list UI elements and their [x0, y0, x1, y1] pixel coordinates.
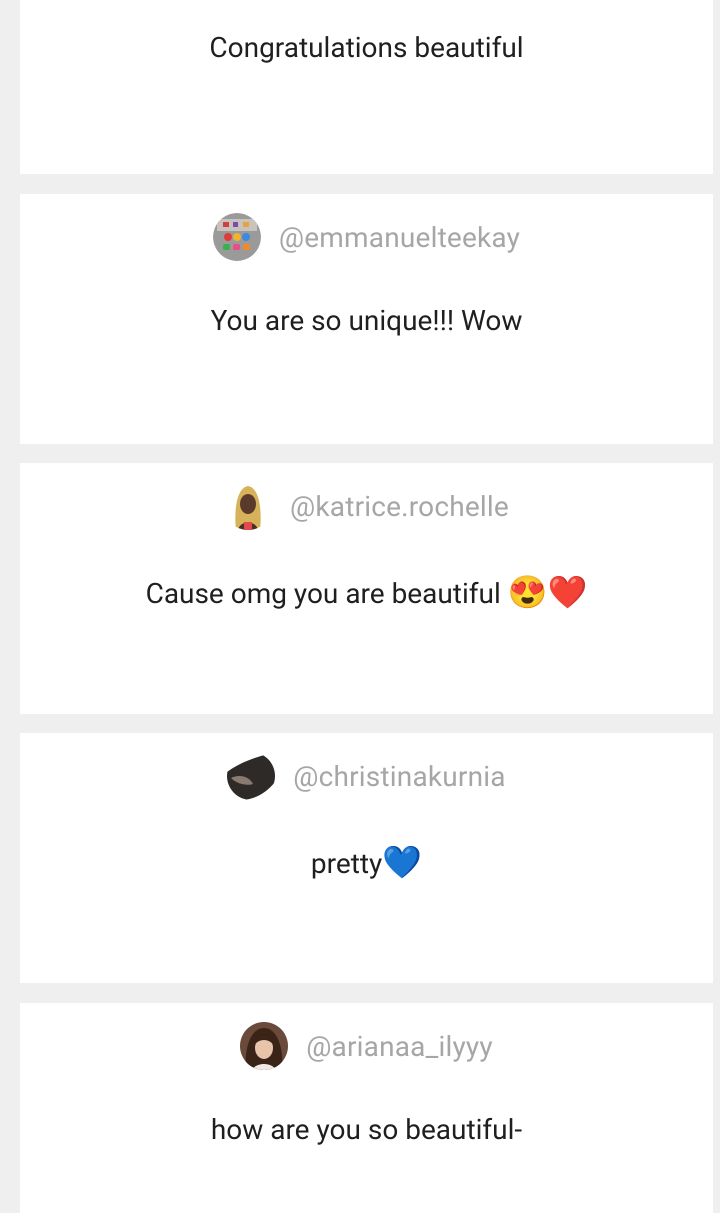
comment-card: @katrice.rochelle Cause omg you are beau… [20, 463, 713, 714]
username-link[interactable]: @emmanuelteekay [279, 221, 520, 254]
comment-text: Congratulations beautiful [20, 31, 713, 64]
comment-body: how are you so beautiful- [210, 1113, 523, 1146]
comment-text: how are you so beautiful- [20, 1113, 713, 1146]
comment-author[interactable]: @arianaa_ilyyy [20, 1021, 713, 1071]
colorful-shapes-avatar[interactable] [212, 213, 261, 261]
comment-card: @christinakurnia pretty💙 [20, 733, 713, 983]
comment-text: You are so unique!!! Wow [20, 304, 713, 337]
comment-text: Cause omg you are beautiful 😍❤️ [20, 573, 713, 611]
username-link[interactable]: @arianaa_ilyyy [306, 1030, 493, 1063]
comment-author[interactable]: @christinakurnia [20, 751, 713, 801]
comment-body: You are so unique!!! Wow [210, 304, 523, 337]
dark-photo-avatar[interactable] [227, 752, 276, 800]
blue-heart-emoji: 💙 [382, 843, 423, 881]
comment-card: @arianaa_ilyyy how are you so beautiful- [20, 1003, 713, 1213]
comment-body: Congratulations beautiful [209, 31, 524, 64]
username-link[interactable]: @katrice.rochelle [290, 490, 509, 523]
woman-brunette-avatar[interactable] [240, 1022, 289, 1070]
comment-feed: Congratulations beautiful @emmanuelteeka… [0, 0, 720, 1213]
comment-card: Congratulations beautiful [20, 0, 713, 174]
heart-eyes-heart-emoji: 😍❤️ [507, 573, 588, 611]
comment-body: pretty [310, 847, 383, 880]
woman-blonde-avatar[interactable] [224, 482, 273, 530]
comment-card: @emmanuelteekay You are so unique!!! Wow [20, 194, 713, 444]
comment-text: pretty💙 [20, 843, 713, 881]
comment-body: Cause omg you are beautiful [145, 577, 508, 610]
comment-author[interactable]: @emmanuelteekay [20, 212, 713, 262]
username-link[interactable]: @christinakurnia [293, 760, 505, 793]
comment-author[interactable]: @katrice.rochelle [20, 481, 713, 531]
